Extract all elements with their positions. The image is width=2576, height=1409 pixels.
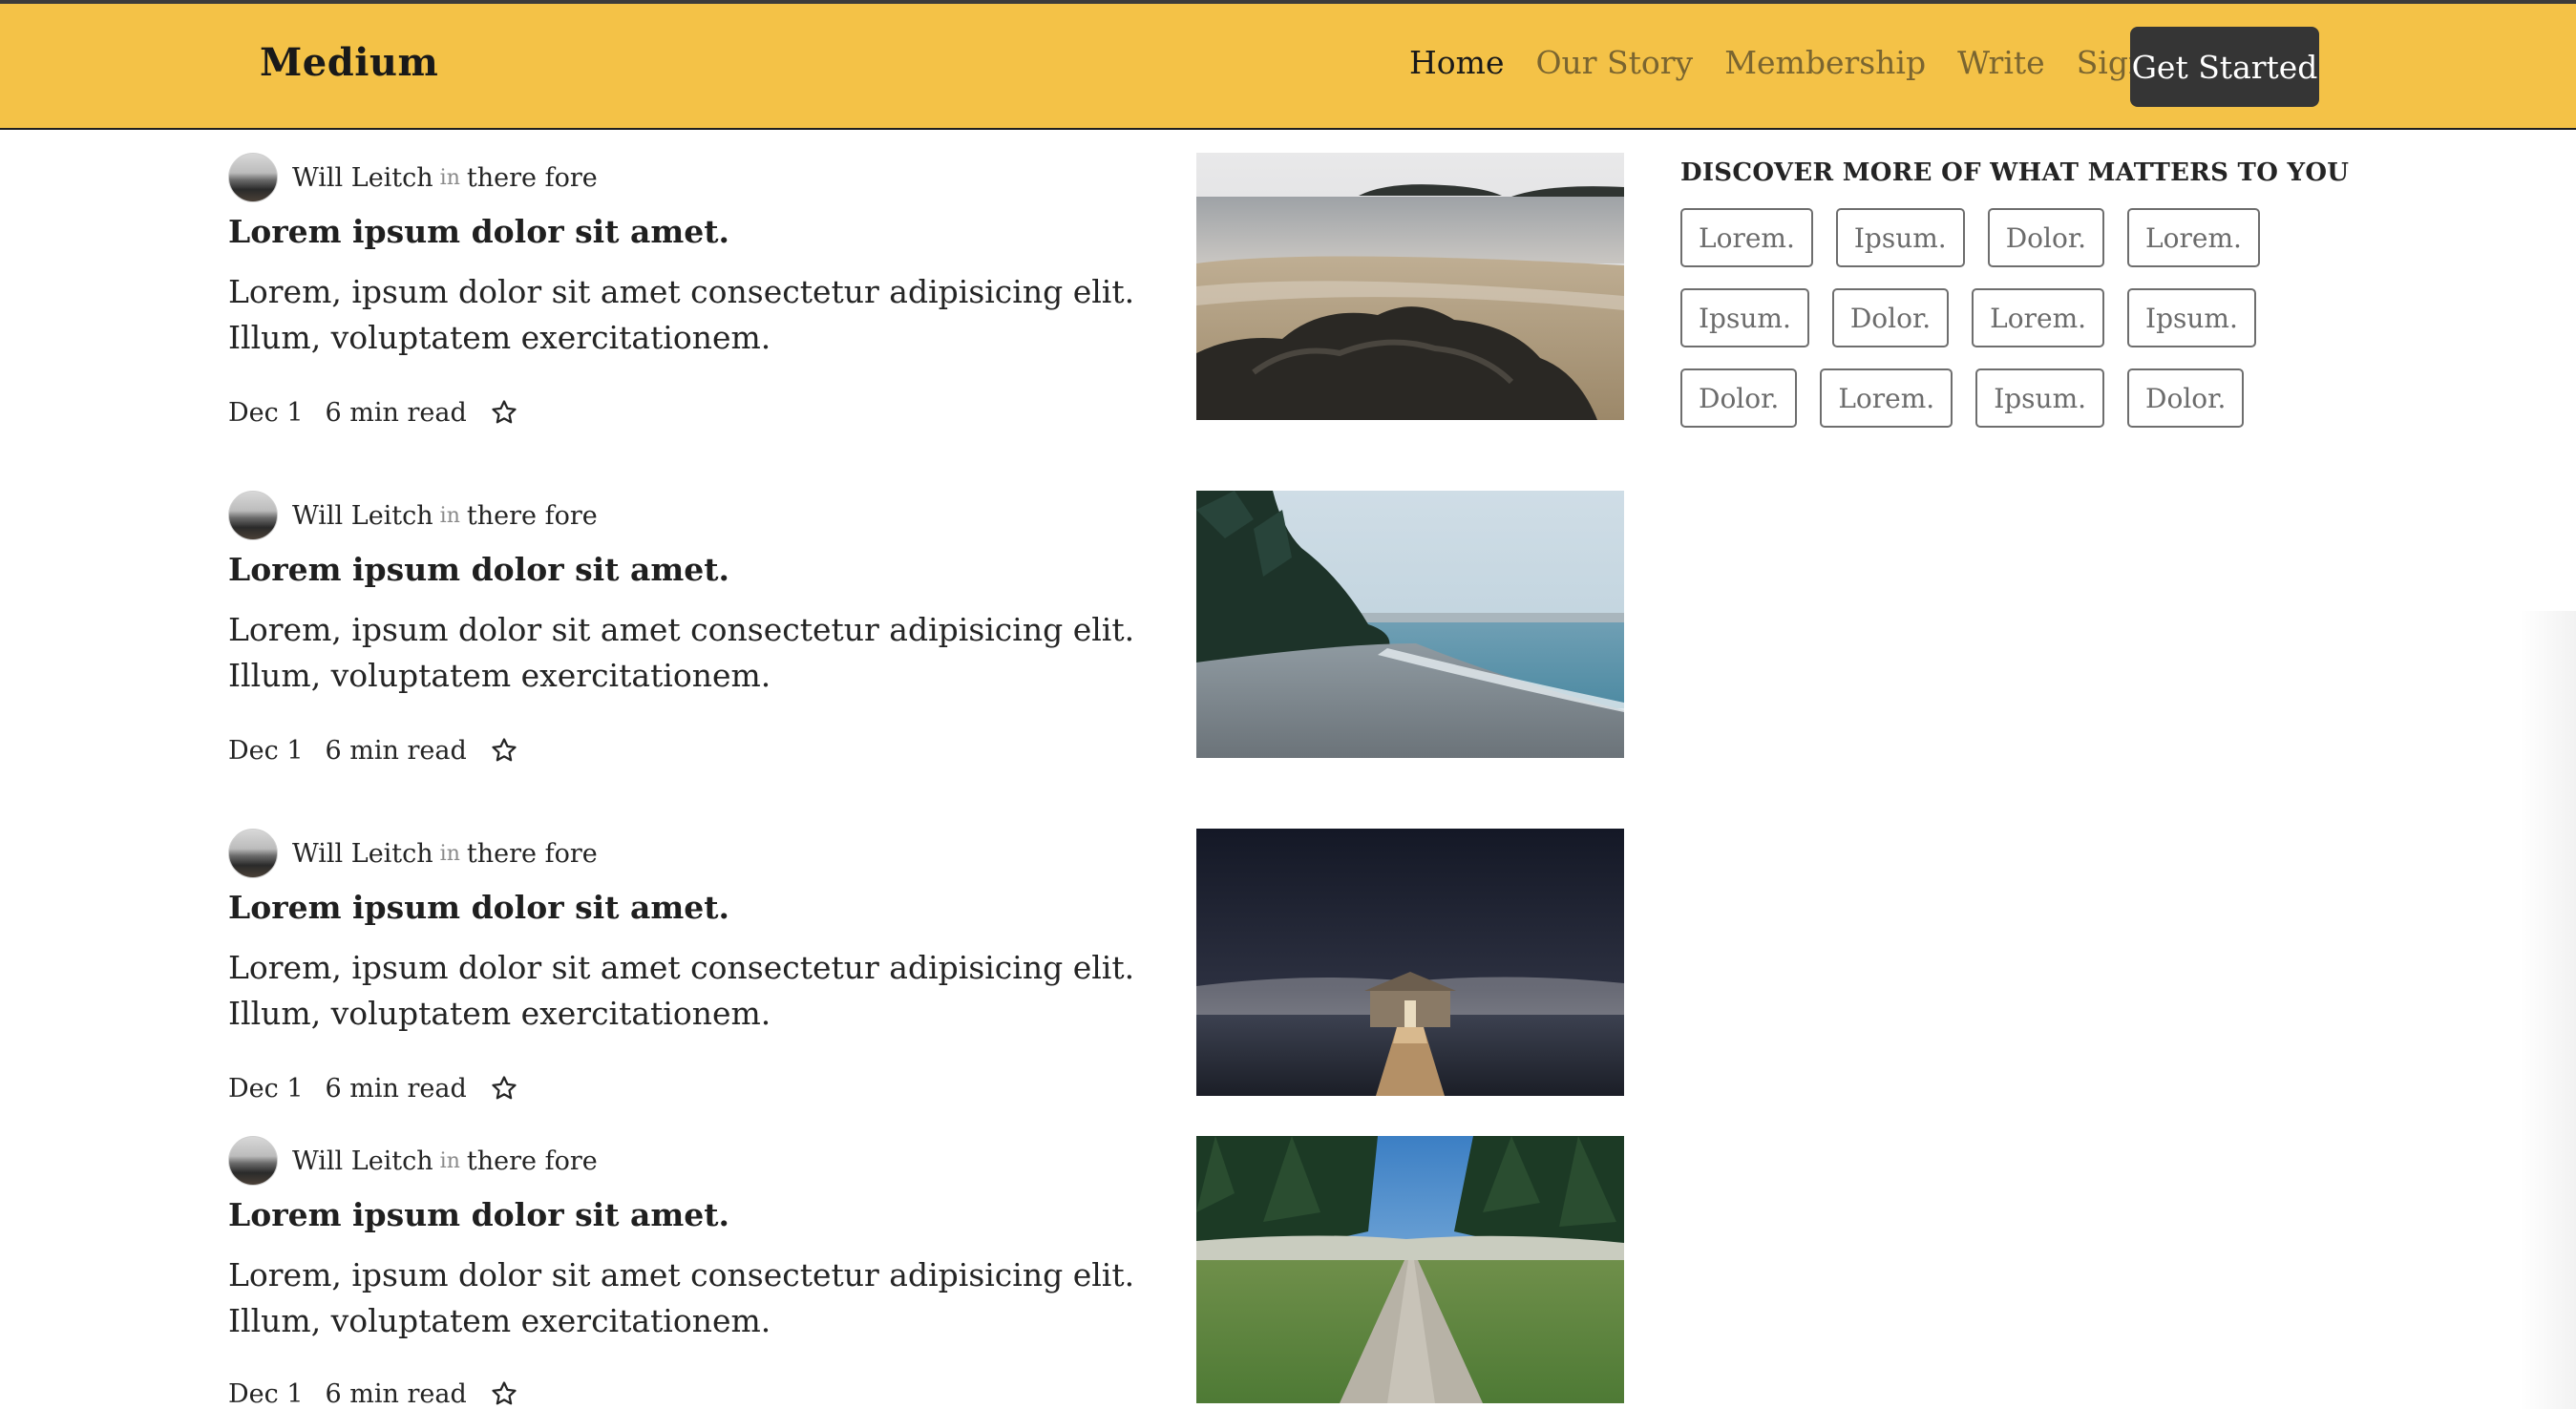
in-label: in bbox=[439, 165, 460, 190]
nav-links: Home Our Story Membership Write Sign In bbox=[1409, 44, 2223, 81]
nav-write[interactable]: Write bbox=[1957, 44, 2045, 81]
post-thumbnail[interactable] bbox=[1196, 491, 1624, 758]
post-excerpt[interactable]: Lorem, ipsum dolor sit amet consectetur … bbox=[228, 269, 1183, 361]
publication-name[interactable]: there fore bbox=[467, 1146, 598, 1176]
post-date: Dec 1 bbox=[228, 735, 304, 766]
topic-tag[interactable]: Lorem. bbox=[1972, 288, 2105, 347]
post-thumbnail[interactable] bbox=[1196, 1136, 1624, 1403]
topic-tag[interactable]: Lorem. bbox=[1820, 368, 1953, 428]
post-date: Dec 1 bbox=[228, 1073, 304, 1104]
topic-tag[interactable]: Ipsum. bbox=[2127, 288, 2256, 347]
boathouse-night-photo bbox=[1196, 829, 1624, 1096]
author-avatar[interactable] bbox=[228, 1136, 278, 1186]
top-navbar: Medium Home Our Story Membership Write S… bbox=[0, 4, 2576, 130]
nav-home[interactable]: Home bbox=[1409, 44, 1504, 81]
post-meta: Will Leitch in there fore bbox=[228, 1136, 598, 1186]
topic-tag[interactable]: Ipsum. bbox=[1835, 208, 1965, 267]
pebble-shore-photo bbox=[1196, 491, 1624, 758]
read-time: 6 min read bbox=[325, 1378, 467, 1409]
author-name[interactable]: Will Leitch bbox=[292, 839, 433, 869]
post-date: Dec 1 bbox=[228, 1378, 304, 1409]
bookmark-star-icon[interactable] bbox=[490, 398, 518, 427]
author-name[interactable]: Will Leitch bbox=[292, 501, 433, 531]
author-avatar[interactable] bbox=[228, 829, 278, 878]
post-excerpt[interactable]: Lorem, ipsum dolor sit amet consectetur … bbox=[228, 607, 1183, 699]
tag-row: Lorem. Ipsum. Dolor. Lorem. bbox=[1680, 208, 2272, 267]
post-thumbnail[interactable] bbox=[1196, 829, 1624, 1096]
post-title[interactable]: Lorem ipsum dolor sit amet. bbox=[228, 551, 729, 588]
bookmark-star-icon[interactable] bbox=[490, 1379, 518, 1408]
discover-title: DISCOVER MORE OF WHAT MATTERS TO YOU bbox=[1680, 158, 2350, 187]
post-excerpt[interactable]: Lorem, ipsum dolor sit amet consectetur … bbox=[228, 1252, 1183, 1344]
tag-row: Ipsum. Dolor. Lorem. Ipsum. bbox=[1680, 288, 2272, 347]
topic-tag[interactable]: Ipsum. bbox=[1975, 368, 2105, 428]
topic-tag[interactable]: Dolor. bbox=[1831, 288, 1950, 347]
post-title[interactable]: Lorem ipsum dolor sit amet. bbox=[228, 213, 729, 250]
post-footer: Dec 1 6 min read bbox=[228, 1069, 518, 1107]
author-avatar[interactable] bbox=[228, 491, 278, 540]
forest-path-photo bbox=[1196, 1136, 1624, 1403]
topic-tags: Lorem. Ipsum. Dolor. Lorem. Ipsum. Dolor… bbox=[1680, 208, 2272, 428]
post-meta: Will Leitch in there fore bbox=[228, 153, 598, 202]
site-logo[interactable]: Medium bbox=[260, 40, 438, 85]
tag-row: Dolor. Lorem. Ipsum. Dolor. bbox=[1680, 368, 2272, 428]
nav-our-story[interactable]: Our Story bbox=[1535, 44, 1693, 81]
publication-name[interactable]: there fore bbox=[467, 163, 598, 193]
publication-name[interactable]: there fore bbox=[467, 501, 598, 531]
in-label: in bbox=[439, 841, 460, 866]
post-footer: Dec 1 6 min read bbox=[228, 731, 518, 769]
post-footer: Dec 1 6 min read bbox=[228, 393, 518, 431]
discover-sidebar: DISCOVER MORE OF WHAT MATTERS TO YOU Lor… bbox=[1680, 158, 2350, 428]
beach-rocks-photo bbox=[1196, 153, 1624, 420]
author-name[interactable]: Will Leitch bbox=[292, 163, 433, 193]
topic-tag[interactable]: Dolor. bbox=[1680, 368, 1798, 428]
read-time: 6 min read bbox=[325, 397, 467, 428]
publication-name[interactable]: there fore bbox=[467, 839, 598, 869]
post-footer: Dec 1 6 min read bbox=[228, 1375, 518, 1409]
read-time: 6 min read bbox=[325, 1073, 467, 1104]
in-label: in bbox=[439, 1148, 460, 1173]
bookmark-star-icon[interactable] bbox=[490, 736, 518, 765]
topic-tag[interactable]: Ipsum. bbox=[1680, 288, 1809, 347]
topic-tag[interactable]: Lorem. bbox=[2127, 208, 2260, 267]
post-meta: Will Leitch in there fore bbox=[228, 491, 598, 540]
post-meta: Will Leitch in there fore bbox=[228, 829, 598, 878]
post-title[interactable]: Lorem ipsum dolor sit amet. bbox=[228, 889, 729, 926]
get-started-button[interactable]: Get Started bbox=[2130, 27, 2319, 107]
topic-tag[interactable]: Dolor. bbox=[1987, 208, 2105, 267]
topic-tag[interactable]: Dolor. bbox=[2127, 368, 2245, 428]
post-excerpt[interactable]: Lorem, ipsum dolor sit amet consectetur … bbox=[228, 945, 1183, 1037]
author-name[interactable]: Will Leitch bbox=[292, 1146, 433, 1176]
post-thumbnail[interactable] bbox=[1196, 153, 1624, 420]
post-title[interactable]: Lorem ipsum dolor sit amet. bbox=[228, 1196, 729, 1233]
author-avatar[interactable] bbox=[228, 153, 278, 202]
topic-tag[interactable]: Lorem. bbox=[1680, 208, 1813, 267]
in-label: in bbox=[439, 503, 460, 528]
nav-membership[interactable]: Membership bbox=[1724, 44, 1926, 81]
read-time: 6 min read bbox=[325, 735, 467, 766]
bookmark-star-icon[interactable] bbox=[490, 1074, 518, 1103]
page-edge-shadow bbox=[2519, 611, 2576, 1409]
post-date: Dec 1 bbox=[228, 397, 304, 428]
